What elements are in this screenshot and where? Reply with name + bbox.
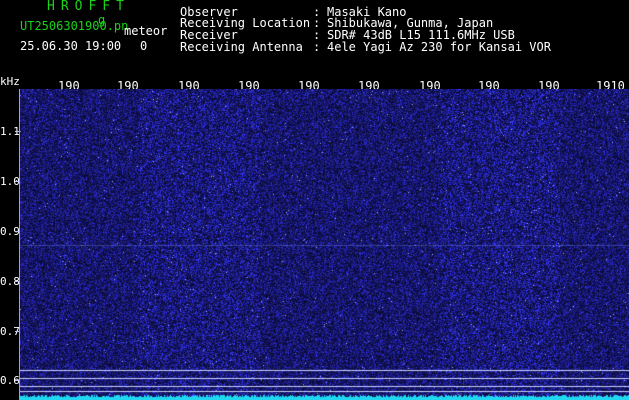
axis-unit-label: kHz [0,75,20,88]
meteor-count: 0 [140,39,148,53]
hrofft-brand: HROFFT [47,0,130,14]
meta-value-antenna: 4ele Yagi Az 230 for Kansai VOR [327,40,551,54]
file-name: UT2506301900.pn [20,19,129,33]
file-tag: meteor [124,24,168,38]
meta-label-antenna: Receiving Antenna [180,40,303,54]
spectrogram-canvas [20,89,629,400]
timestamp: 25.06.30 19:00 [20,39,122,53]
meta-colon: : [313,40,321,54]
file-suffix: g [98,13,106,27]
